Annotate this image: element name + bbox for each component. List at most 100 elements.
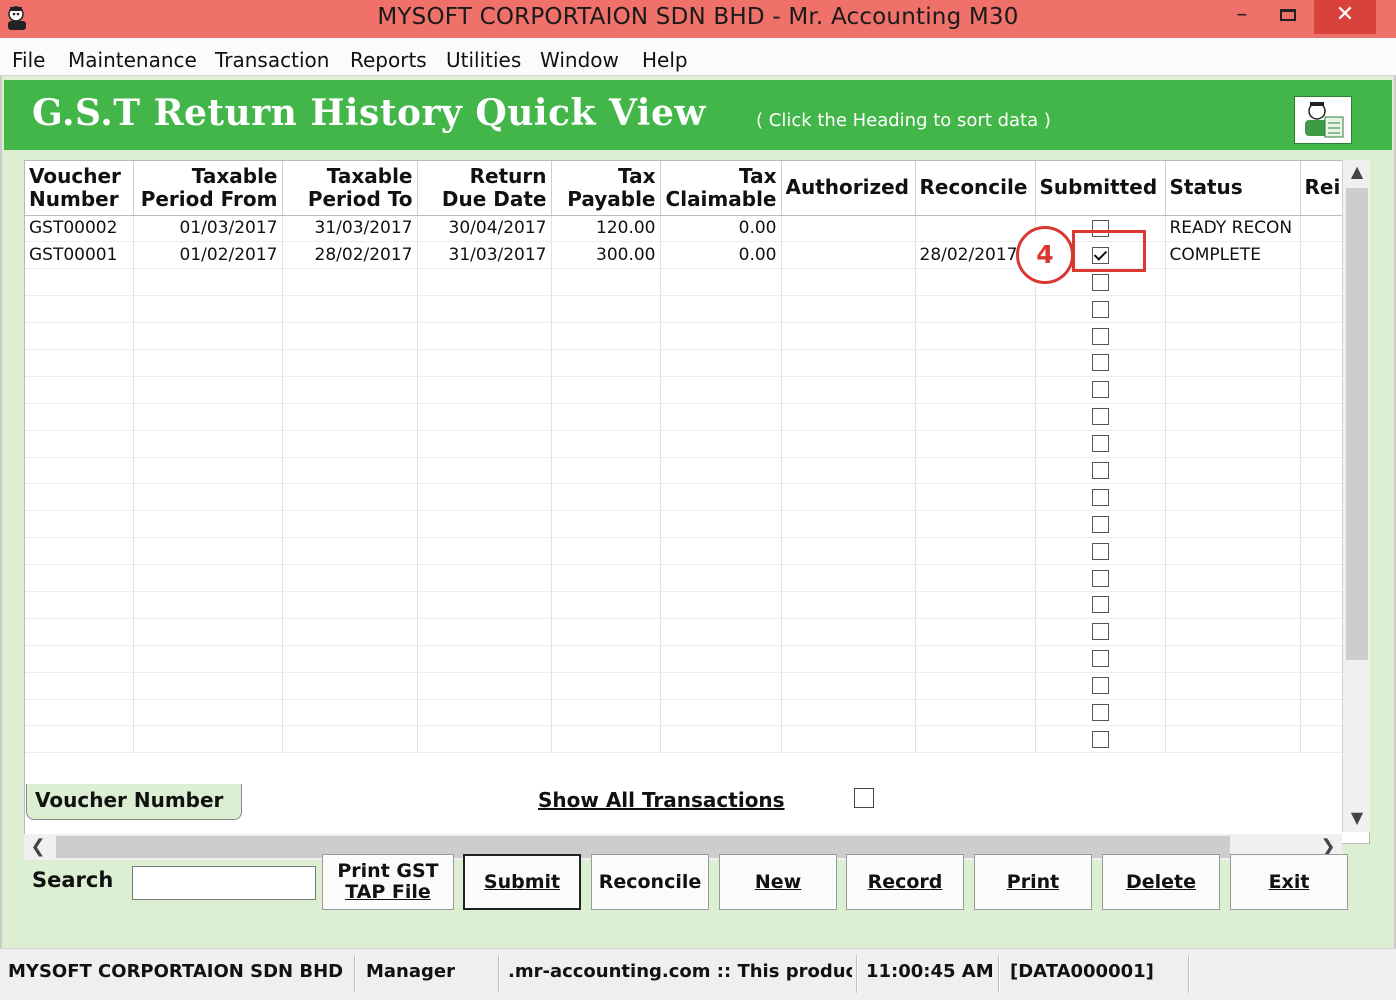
submitted-checkbox[interactable] [1091, 542, 1109, 560]
cell-voucher-number: GST00001 [25, 241, 134, 270]
table-row[interactable]: GST00001 01/02/2017 28/02/2017 31/03/201… [25, 241, 1366, 270]
print-button[interactable]: Print [974, 854, 1092, 910]
vertical-scroll-thumb[interactable] [1346, 188, 1368, 660]
column-header-authorized[interactable]: Authorized [781, 161, 916, 216]
sort-by-tab[interactable]: Voucher Number [26, 784, 242, 820]
submitted-checkbox[interactable] [1091, 354, 1109, 372]
show-all-checkbox[interactable] [854, 788, 874, 808]
empty-cell [282, 403, 418, 431]
menu-reports[interactable]: Reports [350, 48, 427, 72]
column-header-reconcile[interactable]: Reconcile [915, 161, 1036, 216]
menu-transaction[interactable]: Transaction [215, 48, 329, 72]
empty-cell [551, 268, 661, 297]
empty-cell [25, 699, 134, 727]
submitted-checkbox[interactable] [1091, 327, 1109, 345]
column-header-tax-payable[interactable]: Tax Payable [551, 161, 661, 216]
submitted-checkbox[interactable] [1091, 273, 1109, 291]
empty-cell [1035, 699, 1166, 727]
submitted-checkbox[interactable] [1091, 677, 1109, 695]
empty-cell [417, 672, 552, 700]
submitted-checkbox[interactable] [1091, 300, 1109, 318]
submitted-checkbox[interactable] [1091, 488, 1109, 506]
submitted-checkbox[interactable] [1091, 461, 1109, 479]
scroll-down-icon[interactable]: ▼ [1343, 806, 1371, 830]
empty-cell [417, 430, 552, 458]
submitted-checkbox[interactable] [1091, 435, 1109, 453]
empty-cell [781, 403, 916, 431]
show-all-label: Show All Transactions [538, 788, 785, 812]
column-header-period-from[interactable]: Taxable Period From [133, 161, 283, 216]
empty-cell [1035, 725, 1166, 754]
gst-return-table: Voucher Number Taxable Period From Taxable… [25, 161, 1366, 754]
empty-cell [25, 322, 134, 350]
column-header-voucher-number[interactable]: Voucher Number [25, 161, 134, 216]
empty-cell [133, 672, 283, 700]
column-header-status[interactable]: Status [1165, 161, 1301, 216]
submitted-checkbox[interactable] [1091, 650, 1109, 668]
empty-cell [1165, 725, 1301, 754]
empty-cell [660, 725, 782, 754]
empty-cell [781, 268, 916, 297]
empty-cell [282, 564, 418, 592]
submitted-checkbox[interactable] [1091, 515, 1109, 533]
vertical-scrollbar[interactable]: ▲ ▼ [1342, 160, 1370, 832]
record-button[interactable]: Record [846, 854, 964, 910]
empty-cell [915, 376, 1036, 404]
submitted-checkbox[interactable] [1091, 569, 1109, 587]
submitted-checkbox[interactable] [1091, 730, 1109, 748]
cell-tax-claimable: 0.00 [660, 215, 782, 243]
table-row[interactable]: GST00002 01/03/2017 31/03/2017 30/04/201… [25, 215, 1366, 243]
menu-utilities[interactable]: Utilities [446, 48, 521, 72]
empty-cell [551, 725, 661, 754]
column-header-submitted[interactable]: Submitted [1035, 161, 1166, 216]
empty-cell [25, 618, 134, 646]
empty-cell [1035, 645, 1166, 673]
cell-period-from: 01/03/2017 [133, 215, 283, 243]
submitted-checkbox[interactable] [1091, 623, 1109, 641]
empty-cell [915, 672, 1036, 700]
menu-window[interactable]: Window [540, 48, 619, 72]
empty-row [25, 725, 1366, 754]
submitted-checkbox[interactable] [1091, 381, 1109, 399]
empty-cell [660, 457, 782, 485]
search-input[interactable] [132, 866, 316, 900]
delete-button[interactable]: Delete [1102, 854, 1220, 910]
empty-cell [133, 295, 283, 324]
cell-status: READY RECON [1165, 215, 1301, 243]
empty-cell [25, 537, 134, 566]
title-bar: MYSOFT CORPORTAION SDN BHD - Mr. Account… [0, 0, 1396, 38]
maximize-button[interactable] [1268, 0, 1308, 34]
menu-file[interactable]: File [12, 48, 45, 72]
empty-cell [417, 591, 552, 619]
submitted-checkbox[interactable] [1091, 596, 1109, 614]
reconcile-button[interactable]: Reconcile [591, 854, 709, 910]
scroll-up-icon[interactable]: ▲ [1343, 160, 1371, 184]
cell-due-date: 31/03/2017 [417, 241, 552, 270]
scroll-left-icon[interactable]: ❮ [24, 834, 52, 860]
close-button[interactable]: ✕ [1314, 0, 1376, 34]
empty-cell [133, 645, 283, 673]
submitted-checkbox[interactable] [1091, 408, 1109, 426]
empty-cell [417, 295, 552, 324]
empty-cell [1165, 699, 1301, 727]
column-header-period-to[interactable]: Taxable Period To [282, 161, 418, 216]
new-button[interactable]: New [719, 854, 837, 910]
menu-maintenance[interactable]: Maintenance [68, 48, 197, 72]
status-data-file: [DATA000001] [1010, 961, 1154, 982]
submit-button[interactable]: Submit [463, 854, 581, 910]
empty-cell [660, 483, 782, 512]
exit-button[interactable]: Exit [1230, 854, 1348, 910]
submitted-checkbox[interactable] [1091, 703, 1109, 721]
empty-cell [1035, 376, 1166, 404]
empty-cell [1165, 537, 1301, 566]
print-gst-tap-button[interactable]: Print GST TAP File [322, 854, 454, 910]
empty-cell [25, 510, 134, 539]
empty-row [25, 618, 1366, 646]
minimize-button[interactable]: – [1222, 0, 1262, 34]
column-header-due-date[interactable]: Return Due Date [417, 161, 552, 216]
search-label: Search [32, 868, 114, 892]
column-header-tax-claimable[interactable]: Tax Claimable [660, 161, 782, 216]
empty-cell [551, 537, 661, 566]
menu-help[interactable]: Help [642, 48, 688, 72]
maximize-icon [1280, 9, 1296, 21]
